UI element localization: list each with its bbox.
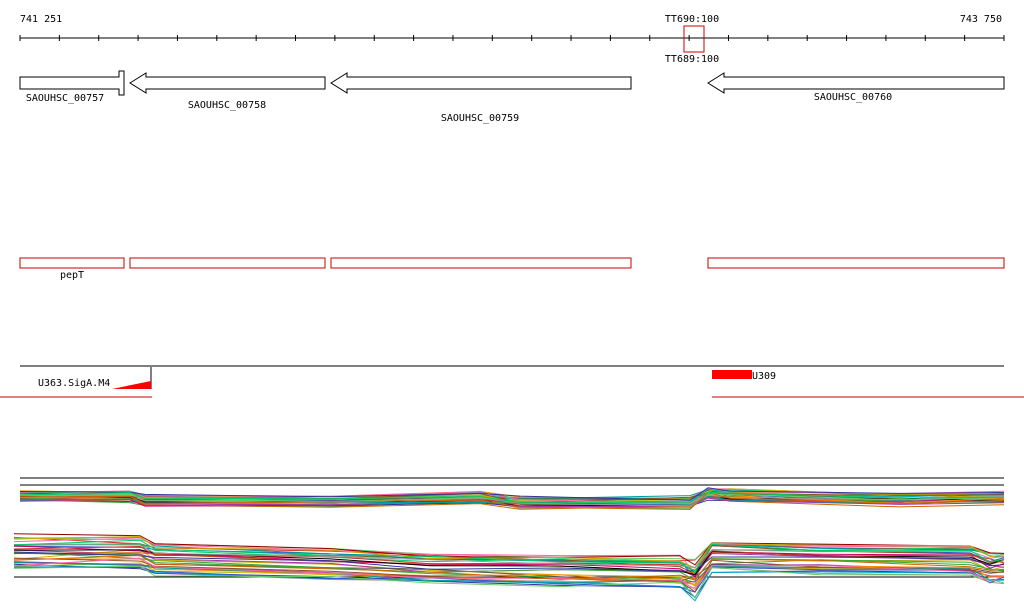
operon-label: pepT [60,270,84,281]
ruler-end-label: 743 750 [960,14,1002,25]
gene-arrow-reverse[interactable] [707,72,1005,94]
promoter-label: U363.SigA.M4 [38,378,110,389]
terminator-box[interactable] [683,25,705,53]
promoter-wedge[interactable] [112,381,151,389]
gene-saouhsc-00757[interactable]: SAOUHSC_00757 [19,70,125,104]
gene-arrow-reverse[interactable] [129,72,326,94]
terminator-marker[interactable]: TT690:100 TT689:100 [665,14,719,65]
gene-saouhsc-00758[interactable]: SAOUHSC_00758 [129,72,326,111]
gene-label: SAOUHSC_00758 [188,100,266,111]
genome-browser-canvas: 741 251 743 750 TT690:100 TT689:100 SAOU… [0,14,1024,602]
operon-track: pepT [19,257,1005,281]
promoter-label: U309 [752,371,776,382]
terminator-label-bottom: TT689:100 [665,54,719,65]
promoter-track: U363.SigA.M4 U309 [0,365,1024,398]
gene-label: SAOUHSC_00759 [441,113,519,124]
terminator-label-top: TT690:100 [665,14,719,25]
expression-profiles-2 [13,533,1005,602]
gene-track: SAOUHSC_00757 SAOUHSC_00758 SAOUHSC_0075… [19,70,1005,124]
promoter-u309[interactable]: U309 [712,370,776,382]
coordinate-ruler: 741 251 743 750 [19,14,1005,41]
operon-box[interactable] [19,257,125,269]
gene-arrow-forward[interactable] [19,70,125,96]
gene-label: SAOUHSC_00760 [814,92,892,103]
promoter-block[interactable] [712,370,752,379]
gene-arrow-reverse[interactable] [330,72,632,94]
operon-box[interactable] [129,257,326,269]
expression-profiles-1 [19,477,1005,510]
operon-box[interactable] [707,257,1005,269]
gene-saouhsc-00759[interactable]: SAOUHSC_00759 [330,72,632,124]
ruler-start-label: 741 251 [20,14,62,25]
gene-label: SAOUHSC_00757 [26,93,104,104]
promoter-u363[interactable]: U363.SigA.M4 [38,367,152,389]
gene-saouhsc-00760[interactable]: SAOUHSC_00760 [707,72,1005,103]
operon-box[interactable] [330,257,632,269]
